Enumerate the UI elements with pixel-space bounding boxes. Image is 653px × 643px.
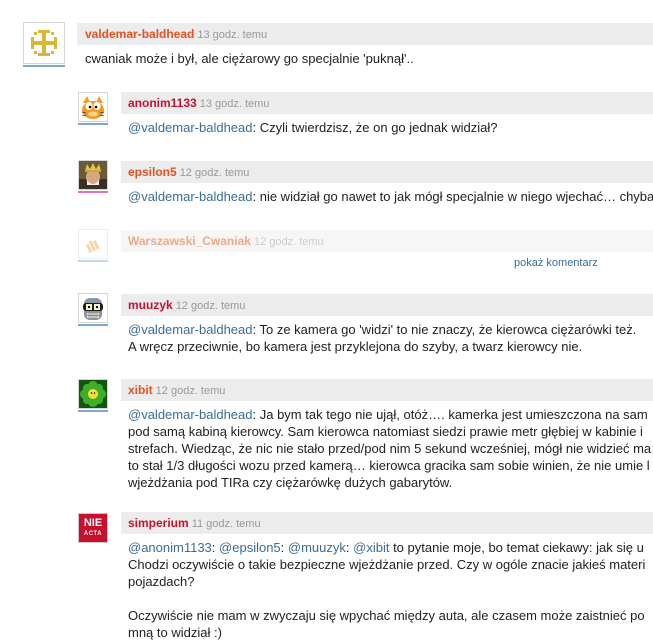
logo-text-top: NIE xyxy=(83,517,103,529)
comment-time: 11 godz. temu xyxy=(191,518,261,530)
logo-text-bottom: ACTA xyxy=(83,531,103,537)
avatar-simperium[interactable]: NIE ACTA xyxy=(78,513,108,543)
comment-text xyxy=(128,590,653,607)
comment-simperium: NIE ACTA simperium 11 godz. temu @anonim1… xyxy=(0,0,653,643)
comment-header: simperium 11 godz. temu xyxy=(121,512,653,534)
comment-body: @anonim1133: @epsilon5: @muuzyk: @xibit … xyxy=(128,539,653,641)
mention-link[interactable]: @epsilon5 xyxy=(219,540,281,555)
comment-text: mną to widział :) xyxy=(128,625,222,640)
mention-link[interactable]: @anonim1133 xyxy=(128,540,212,555)
comment-text: pojazdach? xyxy=(128,574,195,589)
comment-text: Oczywiście nie mam w zwyczaju się wpycha… xyxy=(128,608,645,623)
mention-link[interactable]: @xibit xyxy=(353,540,389,555)
comment-text: Chodzi oczywiście o takie bezpieczne wje… xyxy=(128,557,646,572)
nie-acta-logo: NIE ACTA xyxy=(79,514,107,542)
mention-separator: : xyxy=(211,540,220,555)
mention-link[interactable]: @muuzyk xyxy=(288,540,346,555)
comment-text: to pytanie moje, bo temat ciekawy: jak s… xyxy=(389,540,644,555)
mention-separator: : xyxy=(280,540,288,555)
author-name[interactable]: simperium xyxy=(128,516,189,530)
